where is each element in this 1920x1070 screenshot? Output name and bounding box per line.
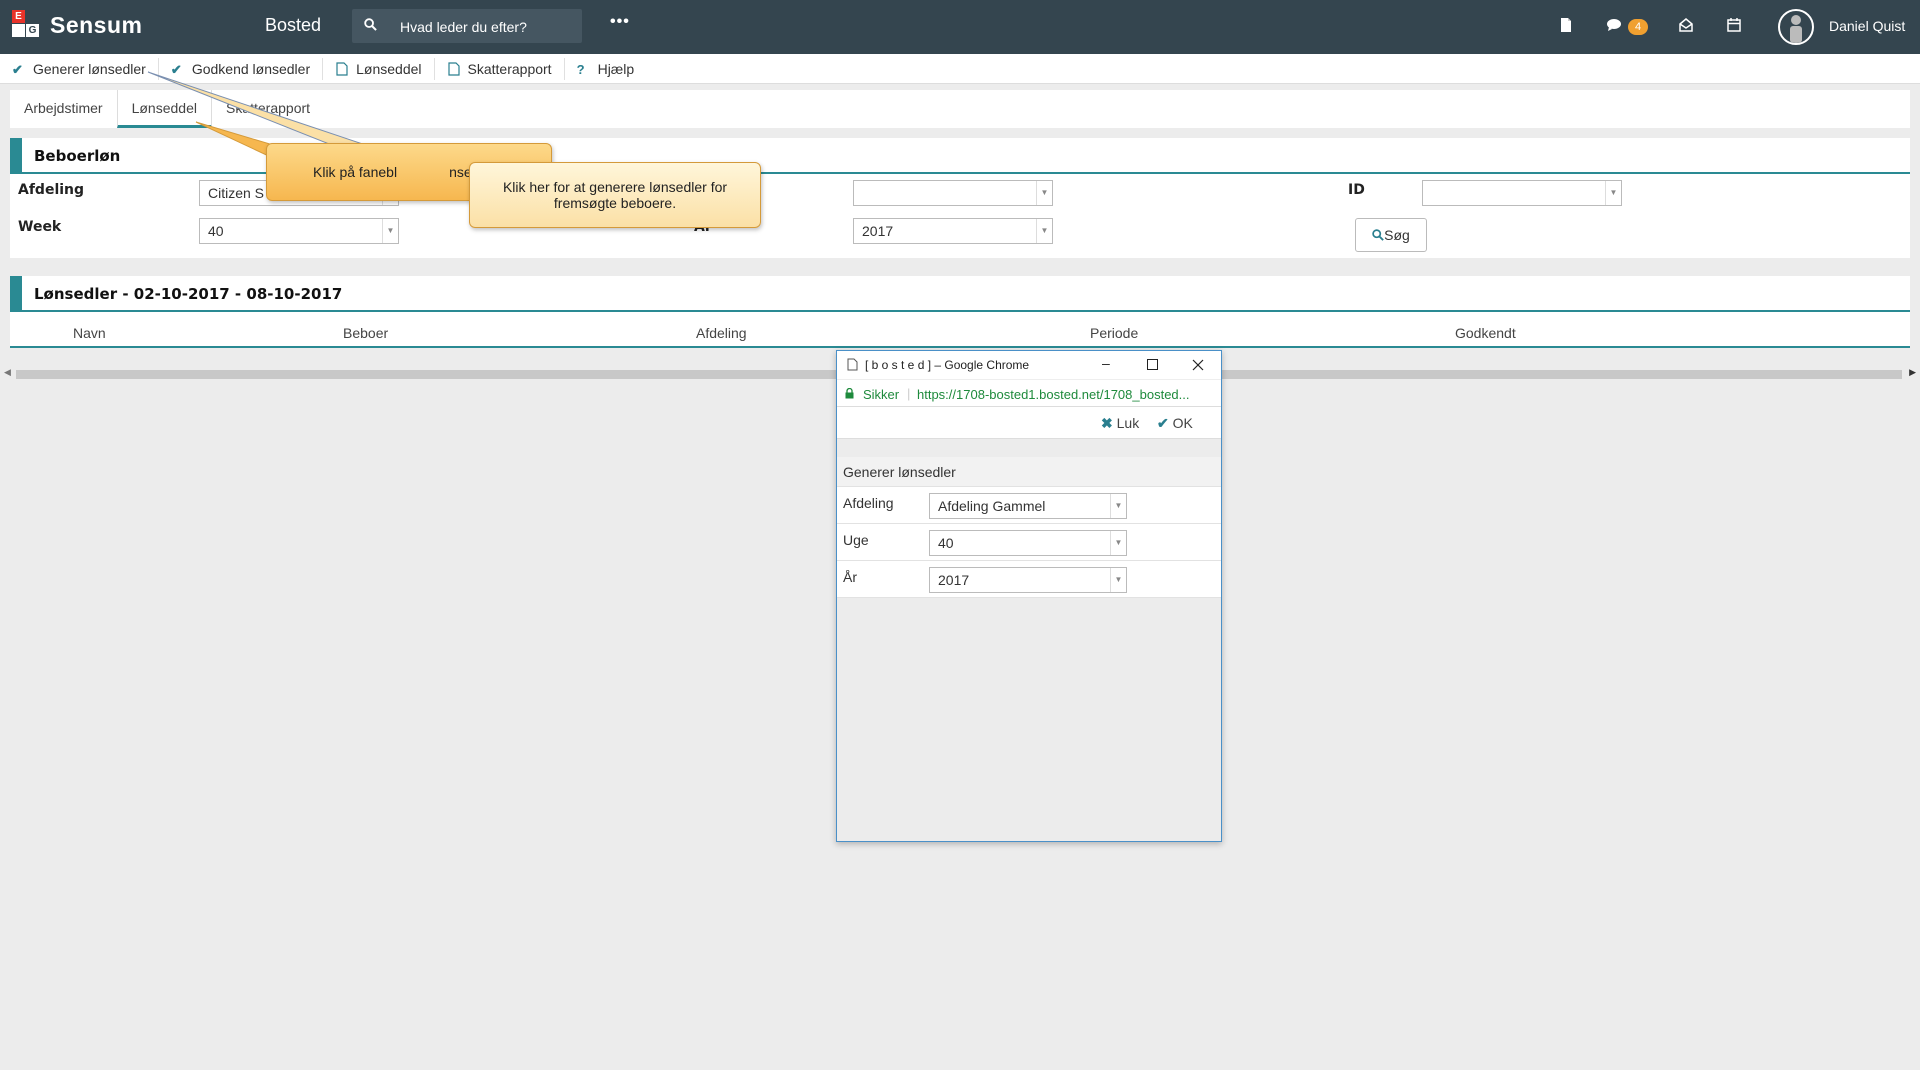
form-title: Generer lønsedler [837,457,1221,487]
table-header: Navn Beboer Afdeling Periode Godkendt [10,318,1910,348]
uge-row: Uge 40 ▼ [837,524,1221,561]
popup-afdeling-select[interactable]: Afdeling Gammel ▼ [929,493,1127,519]
check-icon: ✔ [1157,415,1169,431]
column-beboer[interactable]: Beboer [343,325,388,341]
generate-hint-callout: Klik her for at generere lønsedler for f… [469,162,761,228]
column-godkendt[interactable]: Godkendt [1455,325,1516,341]
popup-ar-select[interactable]: 2017 ▼ [929,567,1127,593]
chevron-down-icon: ▼ [1110,568,1126,592]
maximize-icon[interactable] [1147,359,1158,370]
column-periode[interactable]: Periode [1090,325,1138,341]
popup-url[interactable]: https://1708-bosted1.bosted.net/1708_bos… [917,387,1190,402]
popup-window: [ b o s t e d ] – Google Chrome – Sikker… [836,350,1222,842]
popup-titlebar: [ b o s t e d ] – Google Chrome – [837,351,1221,379]
scroll-right-icon[interactable]: ▶ [1909,367,1916,378]
popup-addressbar[interactable]: Sikker | https://1708-bosted1.bosted.net… [837,379,1221,407]
page-icon [847,358,858,371]
ar-row: År 2017 ▼ [837,561,1221,598]
chevron-down-icon: ▼ [1110,494,1126,518]
ok-button[interactable]: ✔ OK [1157,415,1193,432]
close-button[interactable]: ✖ Luk [1101,415,1139,432]
minimize-icon[interactable]: – [1102,355,1110,371]
generate-form: Generer lønsedler Afdeling Afdeling Gamm… [837,449,1221,598]
lock-icon [845,388,854,399]
popup-action-bar: ✖ Luk ✔ OK [837,407,1221,439]
afdeling-row: Afdeling Afdeling Gammel ▼ [837,487,1221,524]
popup-window-title: [ b o s t e d ] – Google Chrome [865,358,1030,372]
secure-label: Sikker [863,387,900,402]
popup-uge-select[interactable]: 40 ▼ [929,530,1127,556]
close-icon[interactable] [1192,359,1204,371]
chevron-down-icon: ▼ [1110,531,1126,555]
x-icon: ✖ [1101,415,1113,431]
scroll-left-icon[interactable]: ◀ [4,367,11,378]
column-navn[interactable]: Navn [73,325,106,341]
column-afdeling[interactable]: Afdeling [696,325,747,341]
